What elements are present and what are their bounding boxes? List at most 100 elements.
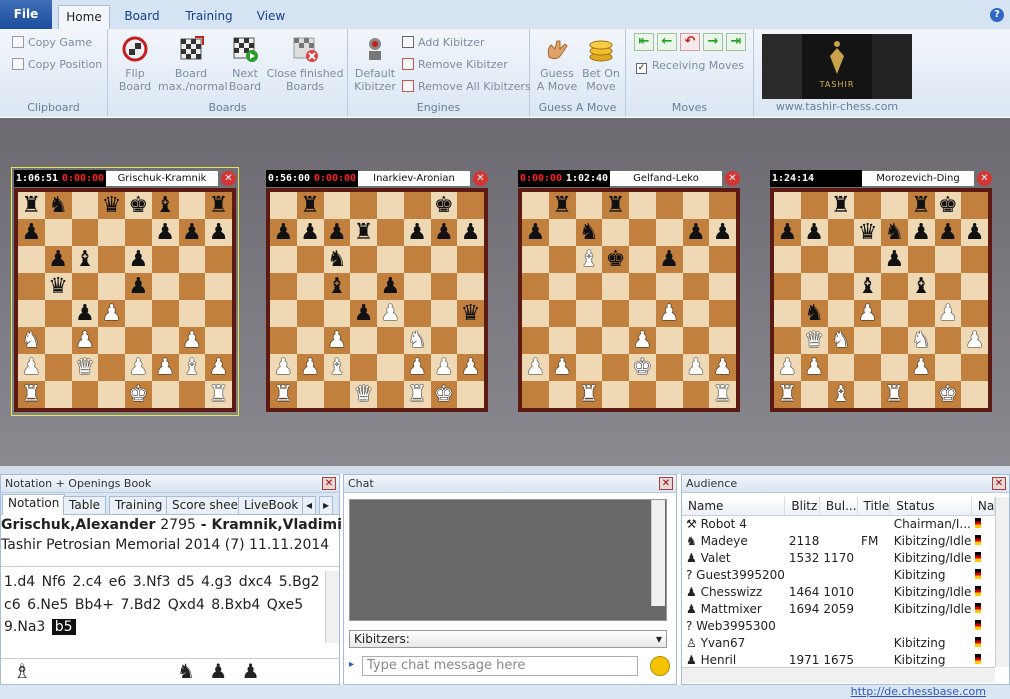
board-square[interactable] bbox=[709, 300, 736, 327]
board-square[interactable] bbox=[827, 273, 855, 300]
white-pawn-icon[interactable]: ♟ bbox=[461, 356, 481, 379]
white-bishop-icon[interactable]: ♝ bbox=[182, 356, 202, 379]
black-queen-icon[interactable]: ♛ bbox=[48, 275, 68, 298]
black-queen-icon[interactable]: ♛ bbox=[102, 194, 122, 217]
board-square[interactable]: ♜ bbox=[296, 192, 324, 219]
first-move-button[interactable]: ⇤ bbox=[634, 33, 654, 51]
board-square[interactable] bbox=[430, 300, 458, 327]
board-square[interactable]: ♚ bbox=[602, 246, 629, 273]
board-square[interactable]: ♟ bbox=[18, 219, 45, 246]
board-square[interactable]: ♝ bbox=[854, 273, 881, 300]
board-square[interactable] bbox=[44, 354, 72, 381]
board-square[interactable] bbox=[377, 192, 404, 219]
black-queen-icon[interactable]: ♛ bbox=[461, 302, 481, 325]
board-square[interactable]: ♟ bbox=[125, 354, 152, 381]
board-square[interactable] bbox=[377, 327, 404, 354]
board-square[interactable] bbox=[854, 192, 881, 219]
board-square[interactable] bbox=[655, 192, 683, 219]
board-square[interactable] bbox=[575, 354, 603, 381]
white-rook-icon[interactable]: ♜ bbox=[274, 383, 294, 406]
board-square[interactable]: ♜ bbox=[881, 381, 908, 408]
board-square[interactable] bbox=[71, 219, 99, 246]
col-name[interactable]: Name bbox=[682, 497, 786, 516]
board-square[interactable] bbox=[655, 354, 683, 381]
board-square[interactable]: ♜ bbox=[205, 381, 232, 408]
board-square[interactable] bbox=[18, 273, 45, 300]
board-square[interactable] bbox=[800, 381, 828, 408]
white-knight-icon[interactable]: ♞ bbox=[831, 329, 851, 352]
board-square[interactable]: ♚ bbox=[125, 381, 152, 408]
move-token[interactable]: 4.g3 bbox=[201, 574, 232, 590]
board-square[interactable] bbox=[151, 273, 179, 300]
board-square[interactable] bbox=[377, 354, 404, 381]
board-square[interactable] bbox=[709, 246, 736, 273]
chat-scrollbar[interactable] bbox=[651, 500, 665, 606]
white-pawn-icon[interactable]: ♟ bbox=[713, 356, 733, 379]
white-pawn-icon[interactable]: ♟ bbox=[327, 329, 347, 352]
board-square[interactable] bbox=[774, 273, 801, 300]
board-square[interactable] bbox=[44, 381, 72, 408]
black-pawn-icon[interactable]: ♟ bbox=[327, 221, 347, 244]
board-square[interactable]: ♟ bbox=[71, 327, 99, 354]
board-square[interactable] bbox=[709, 192, 736, 219]
board-square[interactable] bbox=[854, 381, 881, 408]
game-name[interactable]: Grischuk-Kramnik bbox=[106, 171, 218, 186]
board-square[interactable]: ♟ bbox=[205, 354, 232, 381]
board-square[interactable] bbox=[602, 273, 629, 300]
board-square[interactable]: ♟ bbox=[270, 219, 297, 246]
board-square[interactable] bbox=[800, 273, 828, 300]
table-row[interactable]: ♟ Henril 1971 1675 Kibitzing bbox=[682, 651, 995, 668]
board-square[interactable] bbox=[881, 300, 908, 327]
black-pawn-icon[interactable]: ♟ bbox=[209, 221, 229, 244]
takeback-button[interactable]: ↶ bbox=[680, 33, 700, 51]
board-square[interactable]: ♟ bbox=[457, 354, 484, 381]
board-square[interactable] bbox=[522, 327, 549, 354]
board-square[interactable] bbox=[151, 327, 179, 354]
board-square[interactable]: ♛ bbox=[98, 192, 125, 219]
board-square[interactable] bbox=[827, 354, 855, 381]
board-square[interactable] bbox=[377, 246, 404, 273]
notation-scrollbar[interactable] bbox=[325, 571, 339, 643]
board-square[interactable] bbox=[800, 246, 828, 273]
black-pawn-icon[interactable]: ♟ bbox=[659, 248, 679, 271]
board-square[interactable]: ♚ bbox=[430, 192, 458, 219]
close-finished-boards-button[interactable]: Close finished Boards bbox=[266, 35, 344, 93]
white-rook-icon[interactable]: ♜ bbox=[209, 383, 229, 406]
board-square[interactable]: ♟ bbox=[125, 273, 152, 300]
board-square[interactable]: ♟ bbox=[934, 300, 962, 327]
audience-scrollbar[interactable] bbox=[995, 497, 1009, 667]
move-token[interactable]: 6.Ne5 bbox=[27, 597, 68, 613]
board-square[interactable] bbox=[548, 381, 576, 408]
game-name[interactable]: Gelfand-Leko bbox=[610, 171, 722, 186]
chessboard[interactable]: ♜ ♞ ♛ ♚ ♝ ♜ ♟ ♟ ♟ ♟ ♟ ♝ ♟ ♛ ♟ ♟ ♟ ♞ ♟ ♟ ♟ ♛ ♟ ♟ ♝ ♟ ♜ ♚ ♜ bbox=[18, 192, 232, 408]
board-square[interactable]: ♜ bbox=[270, 381, 297, 408]
board-square[interactable]: ♟ bbox=[457, 219, 484, 246]
board-square[interactable]: ♟ bbox=[44, 246, 72, 273]
board-square[interactable] bbox=[800, 192, 828, 219]
black-bishop-icon[interactable]: ♝ bbox=[911, 275, 931, 298]
board-square[interactable] bbox=[602, 381, 629, 408]
chat-input[interactable]: Type chat message here bbox=[362, 656, 638, 676]
white-knight-icon[interactable]: ♞ bbox=[407, 329, 427, 352]
board-square[interactable]: ♟ bbox=[430, 219, 458, 246]
board-square[interactable] bbox=[854, 246, 881, 273]
board-square[interactable]: ♞ bbox=[881, 219, 908, 246]
black-pawn-icon[interactable]: ♟ bbox=[274, 221, 294, 244]
board-square[interactable]: ♟ bbox=[296, 354, 324, 381]
board-square[interactable]: ♟ bbox=[350, 300, 377, 327]
black-bishop-icon[interactable]: ♝ bbox=[327, 275, 347, 298]
close-board-icon[interactable]: ✕ bbox=[977, 171, 992, 186]
tab-livebook[interactable]: LiveBook bbox=[238, 496, 305, 515]
copy-position-button[interactable]: Copy Position bbox=[12, 56, 102, 74]
table-row[interactable]: ♞ Madeye 2118 FM Kibitzing/Idle bbox=[682, 532, 995, 549]
help-icon[interactable]: ? bbox=[990, 8, 1004, 22]
prev-move-button[interactable]: ← bbox=[657, 33, 677, 51]
board-square[interactable]: ♜ bbox=[350, 219, 377, 246]
board-square[interactable] bbox=[323, 192, 351, 219]
move-token[interactable]: e6 bbox=[109, 574, 127, 590]
tab-notation[interactable]: Notation bbox=[2, 494, 66, 515]
black-king-icon[interactable]: ♚ bbox=[938, 194, 958, 217]
remove-all-kibitzers-button[interactable]: Remove All Kibitzers bbox=[402, 78, 531, 96]
col-bullet[interactable]: Bul... bbox=[819, 497, 858, 516]
board-square[interactable]: ♞ bbox=[18, 327, 45, 354]
